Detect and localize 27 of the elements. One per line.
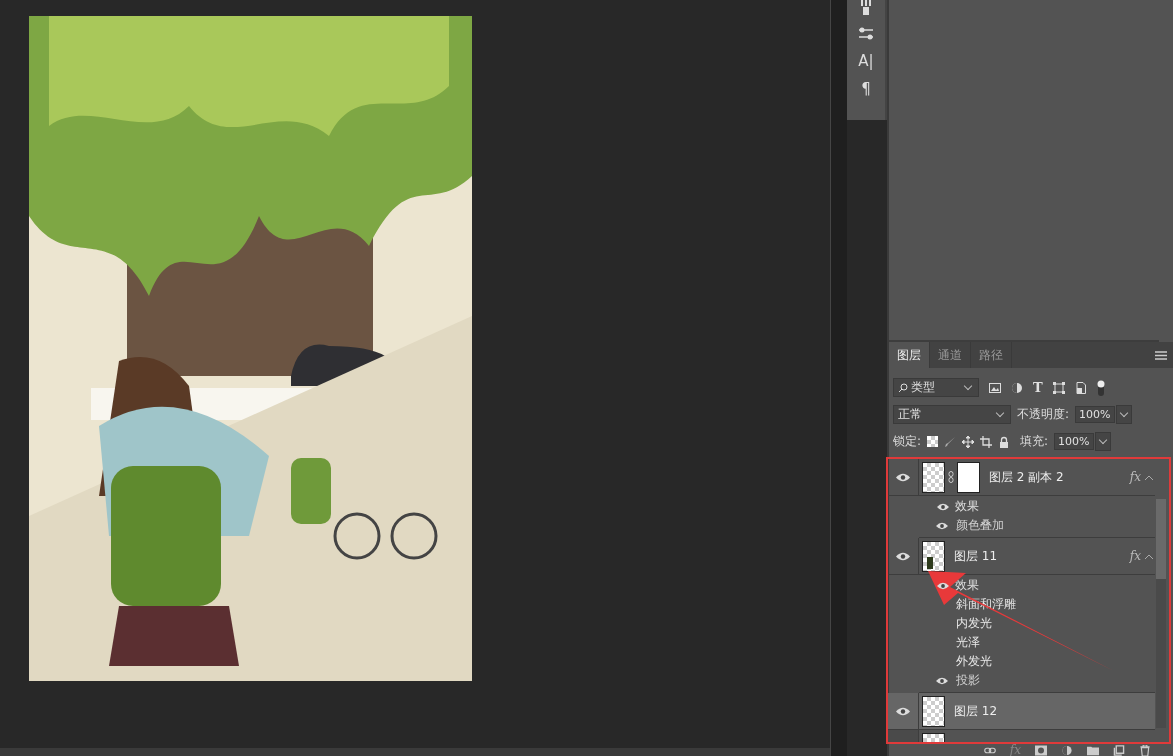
panel-tab[interactable]: 图层 <box>889 342 930 368</box>
layer-name: 图层 11 <box>954 547 998 565</box>
effect-name[interactable]: 外发光 <box>956 653 992 670</box>
blend-mode-dropdown[interactable]: 正常 <box>893 405 1011 424</box>
effect-name[interactable]: 颜色叠加 <box>956 517 1004 534</box>
fill-label: 填充: <box>1020 433 1049 450</box>
layer-row[interactable]: 图层 12 <box>888 693 1155 730</box>
effects-label: 效果 <box>955 498 979 515</box>
effect-name[interactable]: 内发光 <box>956 615 992 632</box>
layer-name: 图层 2 副本 2 <box>989 468 1064 486</box>
effects-label: 效果 <box>955 577 979 594</box>
type-filter-icon[interactable]: T <box>1033 380 1043 395</box>
effect-name[interactable]: 投影 <box>956 672 980 689</box>
opacity-field[interactable]: 100% <box>1075 406 1115 423</box>
panel-tab[interactable]: 路径 <box>971 342 1012 368</box>
panel-icon[interactable]: ¶ <box>861 80 871 98</box>
effect-name[interactable]: 光泽 <box>956 634 980 651</box>
filter-dropdown[interactable]: 类型 <box>893 378 979 397</box>
panel-tab[interactable]: 通道 <box>930 342 971 368</box>
opacity-label: 不透明度: <box>1017 406 1070 423</box>
panel-icon[interactable]: A| <box>858 52 874 70</box>
lock-label: 锁定: <box>893 433 922 450</box>
fx-label: fx <box>1129 549 1141 563</box>
layer-name: 图层 12 <box>954 702 998 720</box>
fx-label: fx <box>1129 470 1141 484</box>
fill-field[interactable]: 100% <box>1054 433 1094 450</box>
layer-row[interactable]: 图层 2 副本 2 fx <box>888 459 1155 496</box>
